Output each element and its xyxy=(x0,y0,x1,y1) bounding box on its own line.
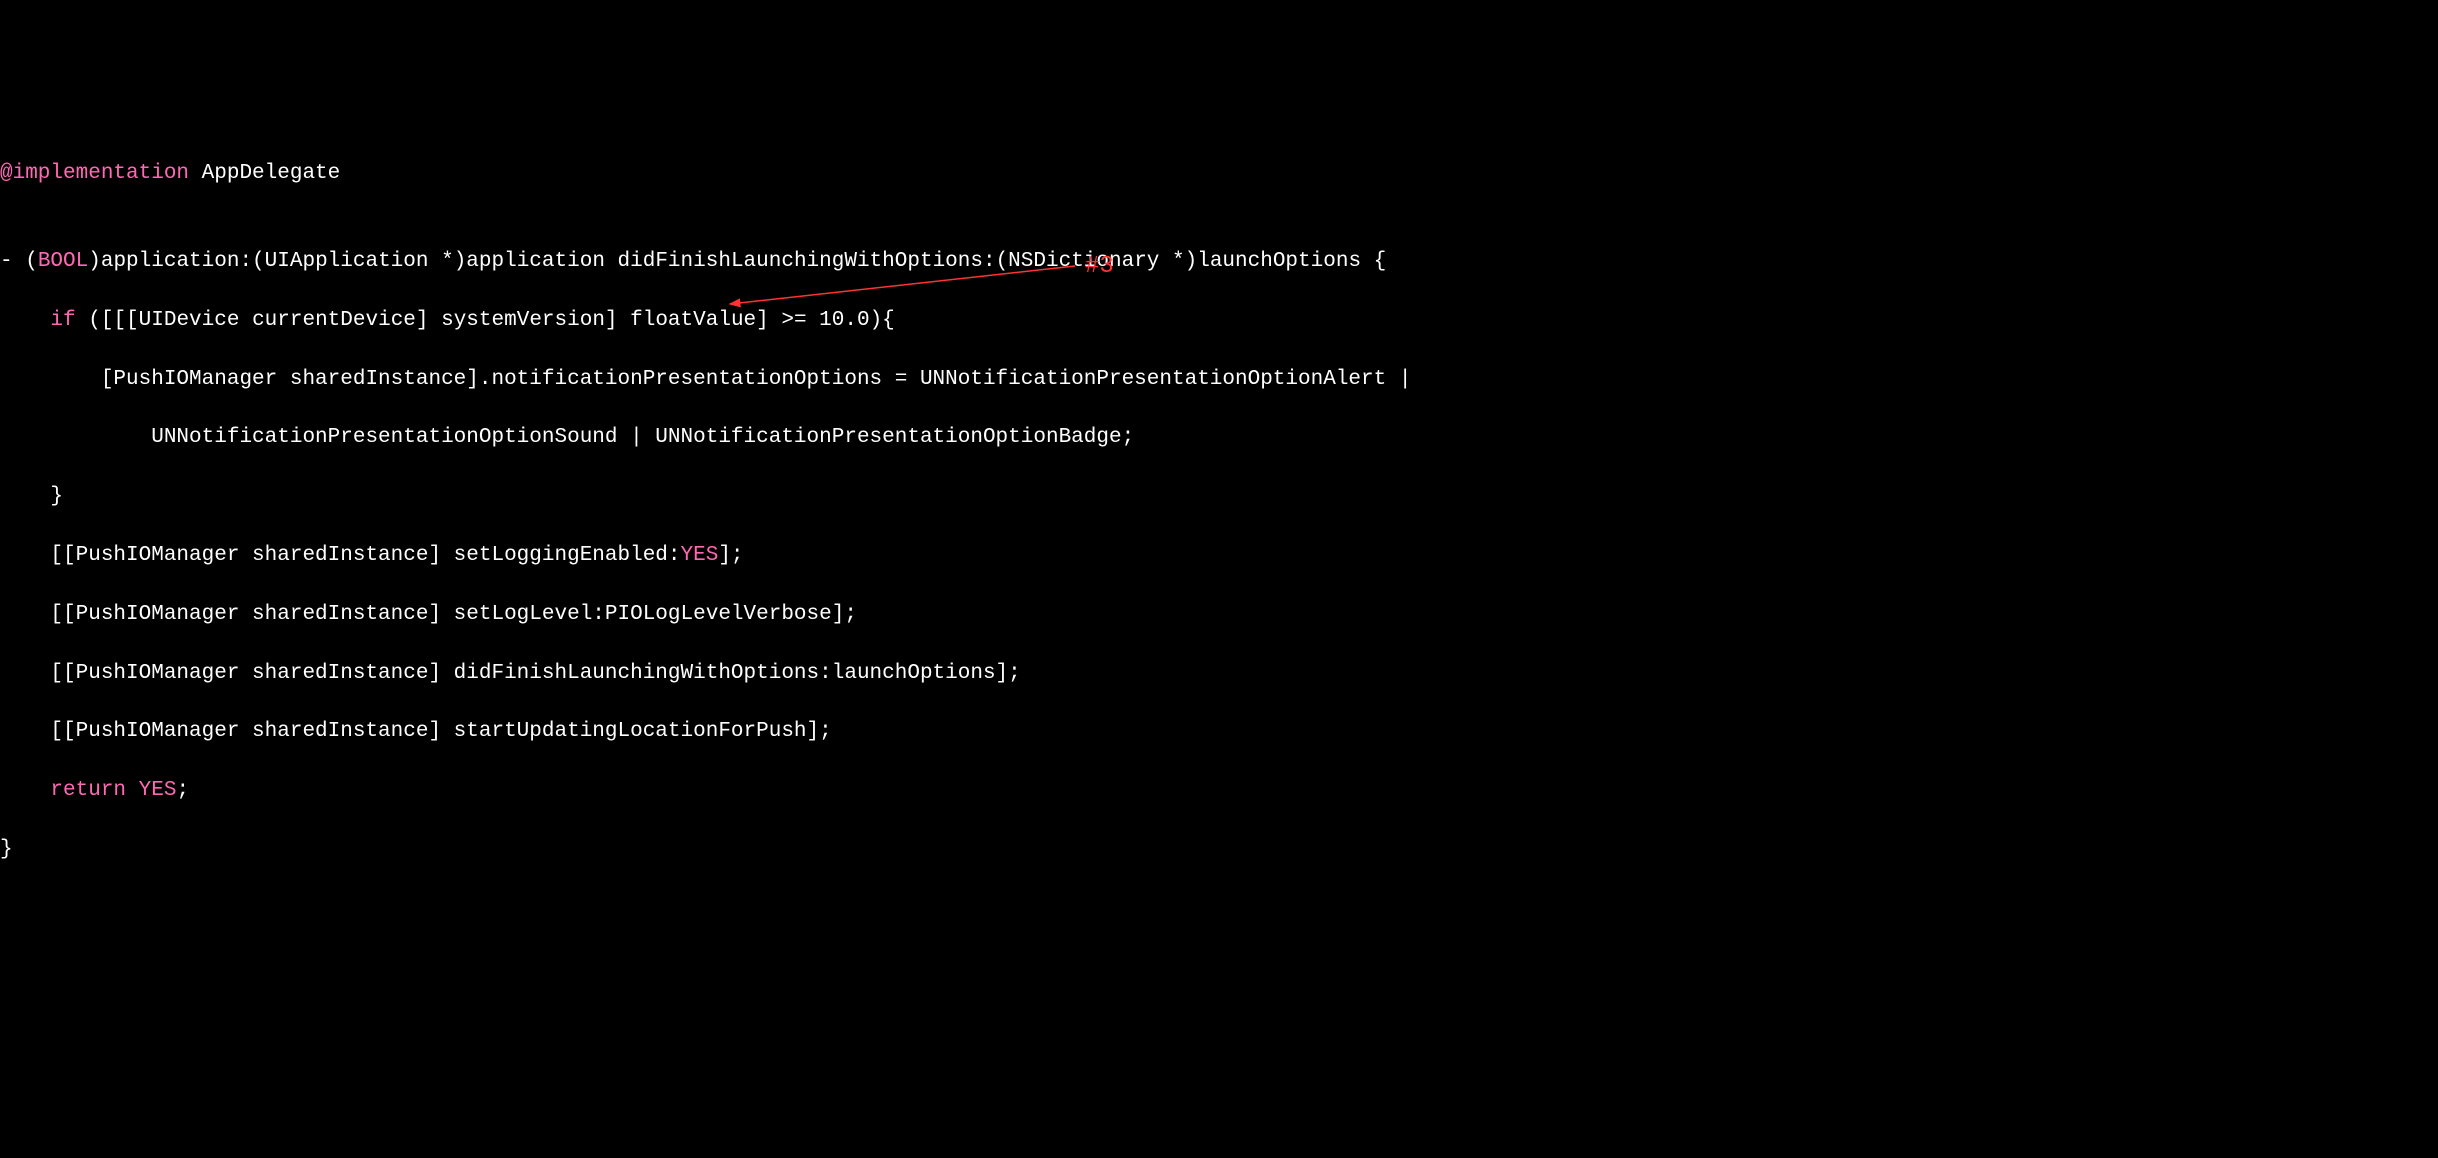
code-line-4: if ([[[UIDevice currentDevice] systemVer… xyxy=(0,306,2438,335)
code-block: @implementation AppDelegate - (BOOL)appl… xyxy=(0,130,2438,894)
code-line-8: [[PushIOManager sharedInstance] setLoggi… xyxy=(0,541,2438,570)
literal-yes: YES xyxy=(681,544,719,567)
code-line-3: - (BOOL)application:(UIApplication *)app… xyxy=(0,247,2438,276)
type-bool: BOOL xyxy=(38,250,88,273)
keyword-return: return xyxy=(50,779,126,802)
code-line-12: return YES; xyxy=(0,776,2438,805)
code-line-10: [[PushIOManager sharedInstance] didFinis… xyxy=(0,659,2438,688)
code-line-11: [[PushIOManager sharedInstance] startUpd… xyxy=(0,717,2438,746)
code-line-5: [PushIOManager sharedInstance].notificat… xyxy=(0,365,2438,394)
code-line-7: } xyxy=(0,482,2438,511)
code-line-1: @implementation AppDelegate xyxy=(0,159,2438,188)
class-name: AppDelegate xyxy=(189,162,340,185)
annotation-label: #3 xyxy=(1085,250,1114,284)
code-line-13: } xyxy=(0,835,2438,864)
keyword-if: if xyxy=(50,309,75,332)
keyword-implementation: @implementation xyxy=(0,162,189,185)
literal-yes-return: YES xyxy=(139,779,177,802)
code-line-9: [[PushIOManager sharedInstance] setLogLe… xyxy=(0,600,2438,629)
code-line-6: UNNotificationPresentationOptionSound | … xyxy=(0,423,2438,452)
